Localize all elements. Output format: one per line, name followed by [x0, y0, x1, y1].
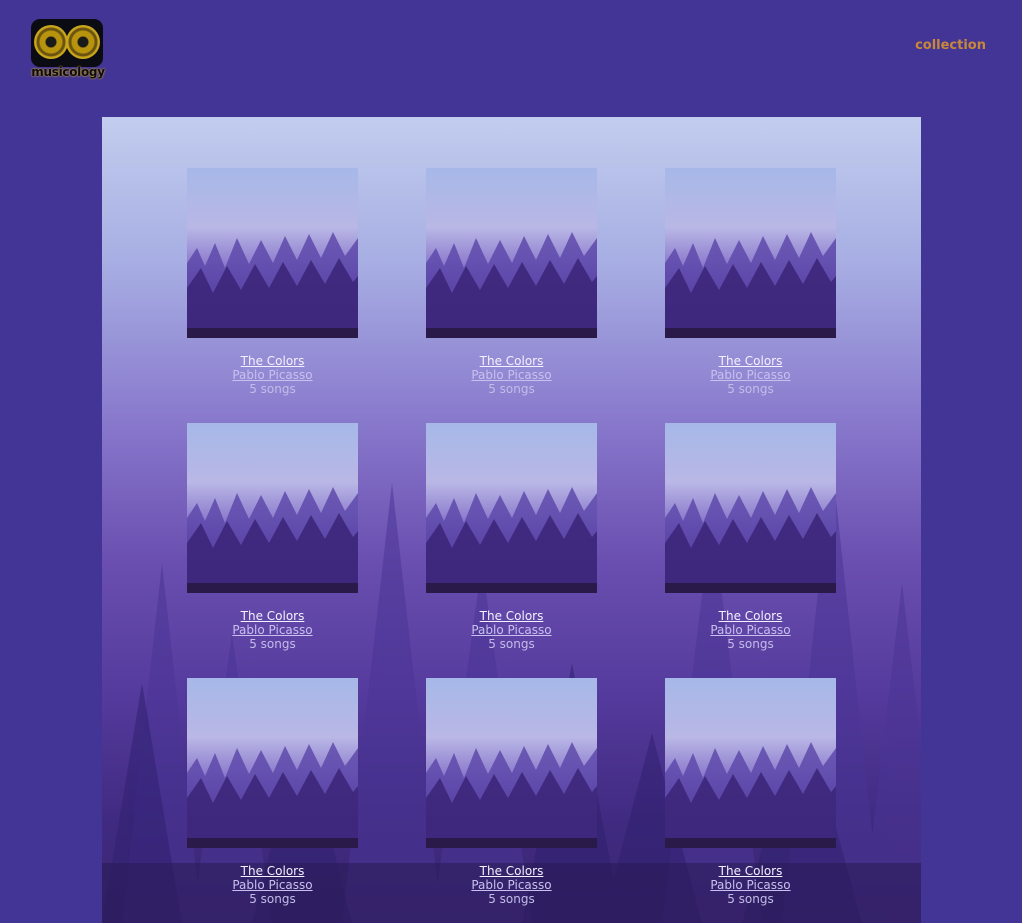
- album-cover[interactable]: [187, 423, 358, 593]
- album-artist-link[interactable]: Pablo Picasso: [187, 878, 358, 892]
- forest-cover-art: [426, 232, 597, 338]
- forest-cover-art: [187, 232, 358, 338]
- album-cover[interactable]: [426, 678, 597, 848]
- album-title-link[interactable]: The Colors: [665, 864, 836, 878]
- album-song-count: 5 songs: [727, 892, 774, 906]
- album-song-count: 5 songs: [488, 892, 535, 906]
- album-title-link[interactable]: The Colors: [426, 609, 597, 623]
- logo-wordmark: musicology: [31, 65, 105, 79]
- album-card[interactable]: The Colors Pablo Picasso 5 songs: [665, 168, 836, 396]
- album-cover[interactable]: [426, 423, 597, 593]
- album-song-count: 5 songs: [249, 892, 296, 906]
- album-song-count: 5 songs: [249, 637, 296, 651]
- album-card[interactable]: The Colors Pablo Picasso 5 songs: [665, 423, 836, 651]
- album-card[interactable]: The Colors Pablo Picasso 5 songs: [187, 678, 358, 906]
- album-title-link[interactable]: The Colors: [426, 354, 597, 368]
- album-cover[interactable]: [665, 678, 836, 848]
- forest-cover-art: [665, 487, 836, 593]
- album-collection-panel: The Colors Pablo Picasso 5 songs The Col…: [102, 117, 921, 923]
- cassette-icon: [31, 19, 103, 67]
- album-title-link[interactable]: The Colors: [187, 864, 358, 878]
- album-song-count: 5 songs: [488, 382, 535, 396]
- reel-right-icon: [66, 25, 100, 59]
- album-title-link[interactable]: The Colors: [665, 354, 836, 368]
- album-card[interactable]: The Colors Pablo Picasso 5 songs: [187, 423, 358, 651]
- album-cover[interactable]: [187, 678, 358, 848]
- album-card[interactable]: The Colors Pablo Picasso 5 songs: [426, 168, 597, 396]
- album-cover[interactable]: [187, 168, 358, 338]
- album-title-link[interactable]: The Colors: [426, 864, 597, 878]
- album-title-link[interactable]: The Colors: [187, 354, 358, 368]
- reel-left-icon: [34, 25, 68, 59]
- album-title-link[interactable]: The Colors: [665, 609, 836, 623]
- album-card[interactable]: The Colors Pablo Picasso 5 songs: [187, 168, 358, 396]
- forest-cover-art: [665, 232, 836, 338]
- album-card[interactable]: The Colors Pablo Picasso 5 songs: [665, 678, 836, 906]
- nav-collection-link[interactable]: collection: [915, 38, 986, 53]
- forest-cover-art: [187, 487, 358, 593]
- album-song-count: 5 songs: [249, 382, 296, 396]
- album-cover[interactable]: [665, 423, 836, 593]
- forest-cover-art: [187, 742, 358, 848]
- album-card[interactable]: The Colors Pablo Picasso 5 songs: [426, 678, 597, 906]
- album-artist-link[interactable]: Pablo Picasso: [187, 368, 358, 382]
- forest-cover-art: [426, 742, 597, 848]
- album-artist-link[interactable]: Pablo Picasso: [187, 623, 358, 637]
- album-artist-link[interactable]: Pablo Picasso: [426, 623, 597, 637]
- album-artist-link[interactable]: Pablo Picasso: [665, 368, 836, 382]
- album-grid: The Colors Pablo Picasso 5 songs The Col…: [187, 168, 836, 906]
- musicology-logo[interactable]: musicology: [30, 18, 106, 82]
- album-artist-link[interactable]: Pablo Picasso: [665, 878, 836, 892]
- album-cover[interactable]: [665, 168, 836, 338]
- album-title-link[interactable]: The Colors: [187, 609, 358, 623]
- album-card[interactable]: The Colors Pablo Picasso 5 songs: [426, 423, 597, 651]
- album-cover[interactable]: [426, 168, 597, 338]
- album-artist-link[interactable]: Pablo Picasso: [665, 623, 836, 637]
- album-artist-link[interactable]: Pablo Picasso: [426, 368, 597, 382]
- album-song-count: 5 songs: [727, 637, 774, 651]
- forest-cover-art: [665, 742, 836, 848]
- forest-cover-art: [426, 487, 597, 593]
- album-song-count: 5 songs: [488, 637, 535, 651]
- album-artist-link[interactable]: Pablo Picasso: [426, 878, 597, 892]
- album-song-count: 5 songs: [727, 382, 774, 396]
